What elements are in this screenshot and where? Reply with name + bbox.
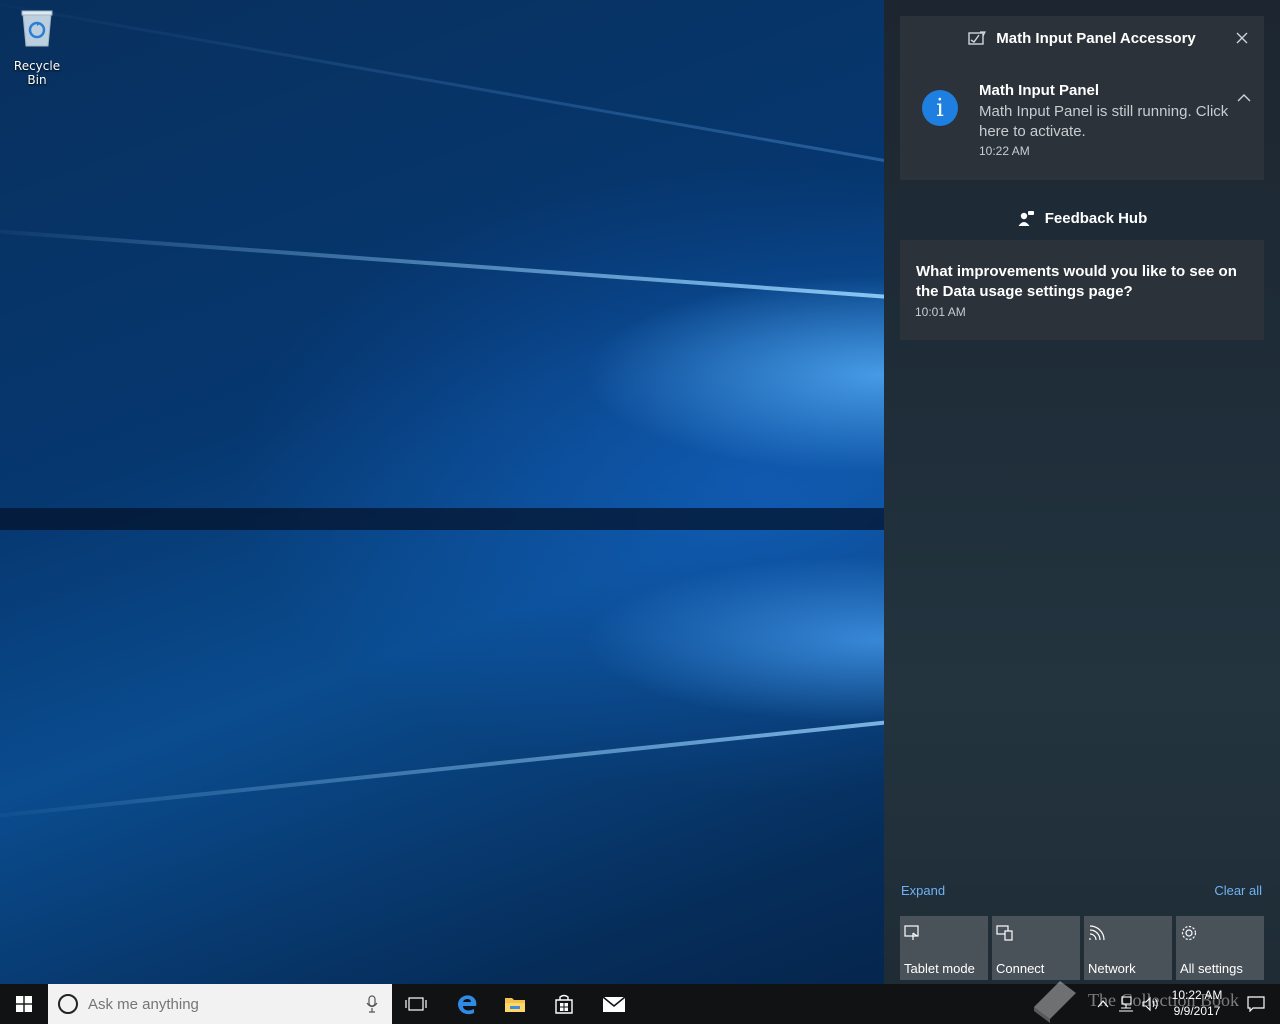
- wallpaper-beam: [0, 0, 891, 163]
- notification-body: Math Input Panel is still running. Click…: [979, 103, 1229, 140]
- search-input[interactable]: [88, 995, 348, 1013]
- edge-icon: [458, 995, 477, 1015]
- connect-icon: [996, 925, 1013, 941]
- quick-action-network[interactable]: Network: [1084, 916, 1172, 980]
- recycle-bin-icon: [21, 10, 53, 47]
- gear-icon: [1181, 925, 1197, 941]
- wallpaper-beam: [0, 226, 891, 299]
- quick-actions: Tablet mode Connect Network All settings: [900, 916, 1264, 980]
- network-icon: [1089, 925, 1105, 941]
- notification-body: What improvements would you like to see …: [916, 263, 1237, 300]
- file-explorer-icon: [505, 998, 525, 1012]
- action-center: Math Input Panel Accessory i Math Input …: [884, 0, 1280, 984]
- expand-link[interactable]: Expand: [901, 883, 945, 898]
- quick-action-label: Connect: [996, 961, 1045, 976]
- mail-button[interactable]: [590, 984, 638, 1024]
- microphone-icon[interactable]: [366, 995, 378, 1013]
- mail-icon: [602, 996, 626, 1012]
- watermark: The Collection Book: [1030, 976, 1239, 1024]
- feedback-hub-group-header[interactable]: Feedback Hub: [900, 196, 1264, 240]
- notification-icon: [1247, 996, 1265, 1012]
- info-icon: i: [922, 90, 958, 126]
- notification-time: 10:01 AM: [915, 305, 966, 319]
- quick-action-connect[interactable]: Connect: [992, 916, 1080, 980]
- math-input-panel-group-header[interactable]: Math Input Panel Accessory: [900, 16, 1264, 60]
- store-icon: [555, 994, 573, 1014]
- quick-action-label: All settings: [1180, 961, 1243, 976]
- file-explorer-button[interactable]: [491, 984, 539, 1024]
- start-button[interactable]: [0, 984, 48, 1024]
- notification-card[interactable]: i Math Input Panel Math Input Panel is s…: [900, 60, 1264, 180]
- windows-logo-icon: [16, 996, 32, 1012]
- group-app-name: Feedback Hub: [1044, 209, 1148, 227]
- tablet-mode-icon: [904, 925, 919, 940]
- recycle-bin-shortcut[interactable]: Recycle Bin: [4, 8, 70, 87]
- book-icon: [1034, 981, 1076, 1023]
- task-view-icon: [405, 997, 427, 1011]
- quick-action-tablet-mode[interactable]: Tablet mode: [900, 916, 988, 980]
- edge-button[interactable]: [443, 984, 491, 1024]
- notification-time: 10:22 AM: [979, 144, 1030, 158]
- wallpaper-beam: [0, 720, 891, 823]
- feedback-hub-icon: [1017, 210, 1035, 226]
- math-panel-icon: [968, 30, 987, 46]
- recycle-bin-label: Recycle Bin: [13, 59, 61, 87]
- chevron-up-icon[interactable]: [1236, 90, 1252, 106]
- watermark-text: The Collection Book: [1088, 989, 1239, 1010]
- action-center-button[interactable]: [1232, 984, 1280, 1024]
- notification-title: Math Input Panel: [979, 82, 1099, 99]
- cortana-icon: [58, 994, 78, 1014]
- quick-action-all-settings[interactable]: All settings: [1176, 916, 1264, 980]
- notification-card[interactable]: What improvements would you like to see …: [900, 240, 1264, 340]
- wallpaper-shadow: [0, 508, 890, 530]
- quick-action-label: Network: [1088, 961, 1136, 976]
- cortana-search-box[interactable]: [48, 984, 392, 1024]
- group-app-name: Math Input Panel Accessory: [996, 29, 1196, 47]
- clear-all-link[interactable]: Clear all: [1214, 883, 1262, 898]
- task-view-button[interactable]: [392, 984, 440, 1024]
- store-button[interactable]: [540, 984, 588, 1024]
- close-icon[interactable]: [1232, 28, 1252, 48]
- quick-action-label: Tablet mode: [904, 961, 975, 976]
